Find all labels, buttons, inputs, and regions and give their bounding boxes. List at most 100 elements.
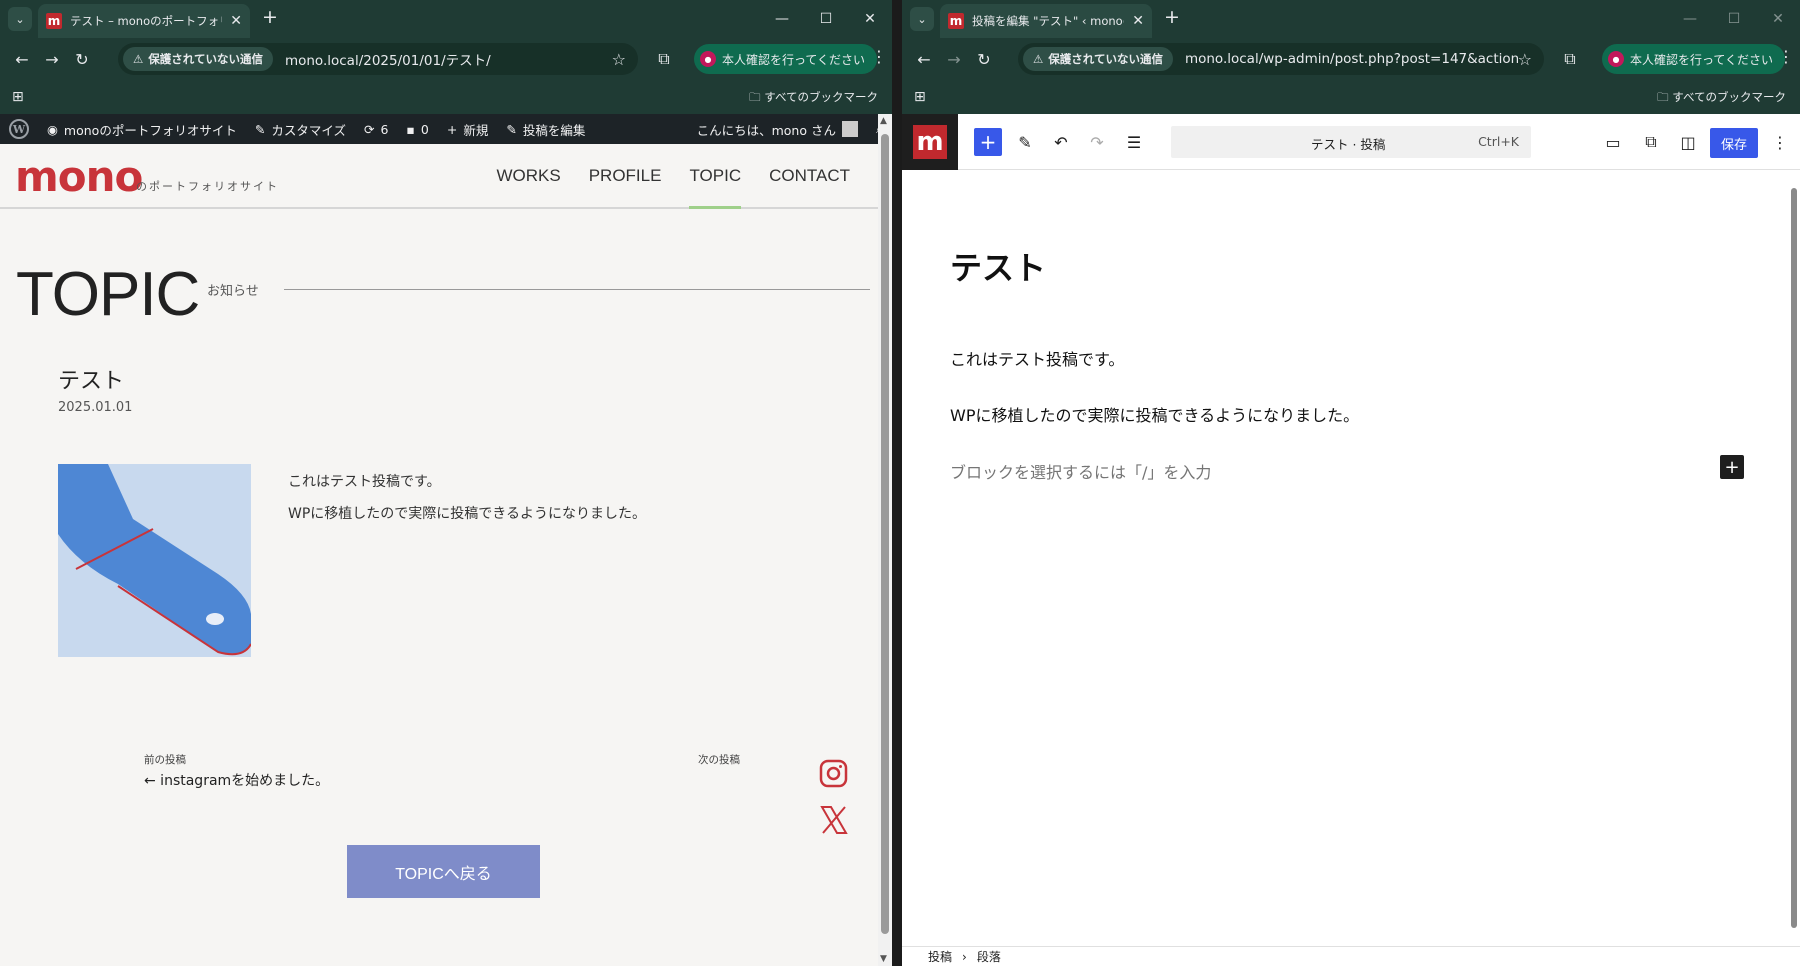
customize-link[interactable]: ✎ カスタマイズ bbox=[246, 120, 355, 139]
url-text[interactable]: mono.local/2025/01/01/テスト/ bbox=[285, 49, 612, 69]
options-kebab-icon[interactable]: ⋮ bbox=[1766, 128, 1794, 156]
close-window-icon[interactable]: ✕ bbox=[848, 0, 892, 38]
paragraph-block[interactable]: これはテスト投稿です。 bbox=[950, 346, 1124, 370]
verify-identity-button[interactable]: ● 本人確認を行ってください bbox=[694, 44, 878, 74]
verify-identity-button[interactable]: ● 本人確認を行ってください bbox=[1602, 44, 1786, 74]
warning-icon: ⚠ bbox=[1033, 52, 1044, 66]
back-icon[interactable]: ← bbox=[912, 47, 936, 71]
nav-contact[interactable]: CONTACT bbox=[755, 166, 864, 206]
back-to-topic-button[interactable]: TOPICへ戻る bbox=[347, 845, 540, 898]
post-title-field[interactable]: テスト bbox=[950, 243, 1046, 289]
prev-post-link[interactable]: ← instagramを始めました。 bbox=[144, 770, 329, 790]
close-tab-icon[interactable]: ✕ bbox=[230, 13, 242, 29]
scroll-down-icon[interactable]: ▼ bbox=[880, 954, 887, 964]
apps-icon[interactable]: ⊞ bbox=[12, 89, 24, 105]
breadcrumb-separator-icon: › bbox=[962, 949, 967, 964]
omnibox[interactable]: ⚠ 保護されていない通信 mono.local/2025/01/01/テスト/ … bbox=[118, 43, 638, 75]
view-post-icon[interactable]: ⧉ bbox=[1637, 128, 1665, 156]
save-button[interactable]: 保存 bbox=[1710, 128, 1758, 158]
apps-icon[interactable]: ⊞ bbox=[914, 89, 926, 105]
tools-pencil-icon[interactable]: ✎ bbox=[1011, 128, 1039, 156]
section-subtitle: お知らせ bbox=[207, 284, 259, 299]
my-account[interactable]: こんにちは、mono さん bbox=[688, 120, 867, 139]
redo-icon[interactable]: ↷ bbox=[1083, 128, 1111, 156]
nav-profile[interactable]: PROFILE bbox=[575, 166, 676, 206]
instagram-icon[interactable] bbox=[819, 759, 848, 788]
empty-block-placeholder[interactable]: ブロックを選択するには「/」を入力 bbox=[950, 459, 1211, 483]
maximize-icon[interactable]: ☐ bbox=[804, 0, 848, 38]
wp-logo-menu[interactable]: W bbox=[0, 119, 38, 139]
tab-search-icon[interactable]: ⌄ bbox=[8, 7, 32, 31]
site-logo[interactable]: mono bbox=[15, 152, 143, 201]
not-secure-badge[interactable]: ⚠ 保護されていない通信 bbox=[1023, 47, 1173, 71]
all-bookmarks-label: すべてのブックマーク bbox=[764, 90, 878, 104]
browser-tab[interactable]: m 投稿を編集 "テスト" ‹ monoのポー ✕ bbox=[940, 4, 1152, 38]
reload-icon[interactable]: ↻ bbox=[70, 47, 94, 71]
menu-kebab-icon[interactable]: ⋮ bbox=[871, 47, 887, 66]
window-controls: — ☐ ✕ bbox=[1668, 0, 1800, 38]
paragraph-block[interactable]: WPに移植したので実際に投稿できるようになりました。 bbox=[950, 402, 1359, 426]
minimize-icon[interactable]: — bbox=[760, 0, 804, 38]
extensions-icon[interactable]: ⧉ bbox=[652, 47, 676, 71]
not-secure-label: 保護されていない通信 bbox=[148, 52, 263, 66]
close-window-icon[interactable]: ✕ bbox=[1756, 0, 1800, 38]
scrollbar-thumb[interactable] bbox=[881, 134, 889, 934]
verify-label: 本人確認を行ってください bbox=[722, 52, 866, 67]
scrollbar-thumb[interactable] bbox=[1791, 188, 1797, 928]
not-secure-badge[interactable]: ⚠ 保護されていない通信 bbox=[123, 47, 273, 71]
bookmark-star-icon[interactable]: ☆ bbox=[612, 50, 626, 69]
back-icon[interactable]: ← bbox=[10, 47, 34, 71]
command-palette[interactable]: テスト · 投稿 Ctrl+K bbox=[1171, 126, 1531, 158]
breadcrumb-paragraph[interactable]: 段落 bbox=[977, 948, 1001, 965]
all-bookmarks[interactable]: 🗀 すべてのブックマーク bbox=[1657, 89, 1786, 109]
extensions-icon[interactable]: ⧉ bbox=[1558, 47, 1582, 71]
document-overview-icon[interactable]: ☰ bbox=[1120, 128, 1148, 156]
admin-site-name: monoのポートフォリオサイト bbox=[63, 122, 237, 138]
updates-count: 6 bbox=[380, 121, 389, 137]
reload-icon[interactable]: ↻ bbox=[972, 47, 996, 71]
comments-link[interactable]: ▪ 0 bbox=[397, 122, 437, 137]
nav-works[interactable]: WORKS bbox=[482, 166, 574, 206]
settings-sidebar-icon[interactable]: ◫ bbox=[1674, 128, 1702, 156]
url-text[interactable]: mono.local/wp-admin/post.php?post=147&ac… bbox=[1185, 51, 1518, 67]
close-tab-icon[interactable]: ✕ bbox=[1132, 13, 1144, 29]
not-secure-label: 保護されていない通信 bbox=[1048, 52, 1163, 66]
scrollbar[interactable]: ▲ ▼ bbox=[878, 114, 892, 966]
site-favicon-icon: m bbox=[46, 13, 62, 29]
minimize-icon[interactable]: — bbox=[1668, 0, 1712, 38]
browser-tab[interactable]: m テスト – monoのポートフォリオサイト ✕ bbox=[38, 4, 250, 38]
bookmarks-bar: ⊞ 🗀 すべてのブックマーク bbox=[902, 80, 1800, 114]
add-block-icon[interactable]: + bbox=[1720, 455, 1744, 479]
tab-search-icon[interactable]: ⌄ bbox=[910, 7, 934, 31]
profile-icon: ● bbox=[700, 51, 716, 67]
post-date: 2025.01.01 bbox=[58, 400, 133, 415]
new-tab-icon[interactable]: + bbox=[1164, 6, 1180, 28]
edit-post-link[interactable]: ✎ 投稿を編集 bbox=[497, 120, 594, 139]
omnibox[interactable]: ⚠ 保護されていない通信 mono.local/wp-admin/post.ph… bbox=[1018, 43, 1544, 75]
admin-site-link[interactable]: ◉ monoのポートフォリオサイト bbox=[38, 120, 246, 139]
forward-icon[interactable]: → bbox=[40, 47, 64, 71]
editor-scrollbar[interactable] bbox=[1788, 170, 1800, 946]
editor-site-logo[interactable]: m bbox=[902, 114, 958, 170]
updates-link[interactable]: ⟳ 6 bbox=[355, 122, 397, 137]
forward-icon[interactable]: → bbox=[942, 47, 966, 71]
updates-icon: ⟳ bbox=[363, 121, 375, 137]
preview-device-icon[interactable]: ▭ bbox=[1599, 128, 1627, 156]
new-content-link[interactable]: + 新規 bbox=[438, 120, 498, 139]
folder-icon: 🗀 bbox=[749, 90, 765, 104]
menu-kebab-icon[interactable]: ⋮ bbox=[1778, 47, 1794, 66]
comment-icon: ▪ bbox=[406, 121, 415, 137]
nav-topic[interactable]: TOPIC bbox=[675, 166, 755, 209]
breadcrumb-post[interactable]: 投稿 bbox=[928, 948, 952, 965]
block-inserter-icon[interactable]: + bbox=[974, 128, 1002, 156]
x-twitter-icon[interactable] bbox=[819, 805, 849, 835]
all-bookmarks[interactable]: 🗀 すべてのブックマーク bbox=[749, 89, 878, 109]
post-body: これはテスト投稿です。 WPに移植したので実際に投稿できるようになりました。 bbox=[288, 466, 646, 530]
undo-icon[interactable]: ↶ bbox=[1047, 128, 1075, 156]
prev-post-label: 前の投稿 bbox=[144, 754, 186, 766]
site-favicon-icon: m bbox=[948, 13, 964, 29]
new-tab-icon[interactable]: + bbox=[262, 6, 278, 28]
scroll-up-icon[interactable]: ▲ bbox=[880, 116, 887, 126]
bookmark-star-icon[interactable]: ☆ bbox=[1518, 50, 1532, 69]
maximize-icon[interactable]: ☐ bbox=[1712, 0, 1756, 38]
